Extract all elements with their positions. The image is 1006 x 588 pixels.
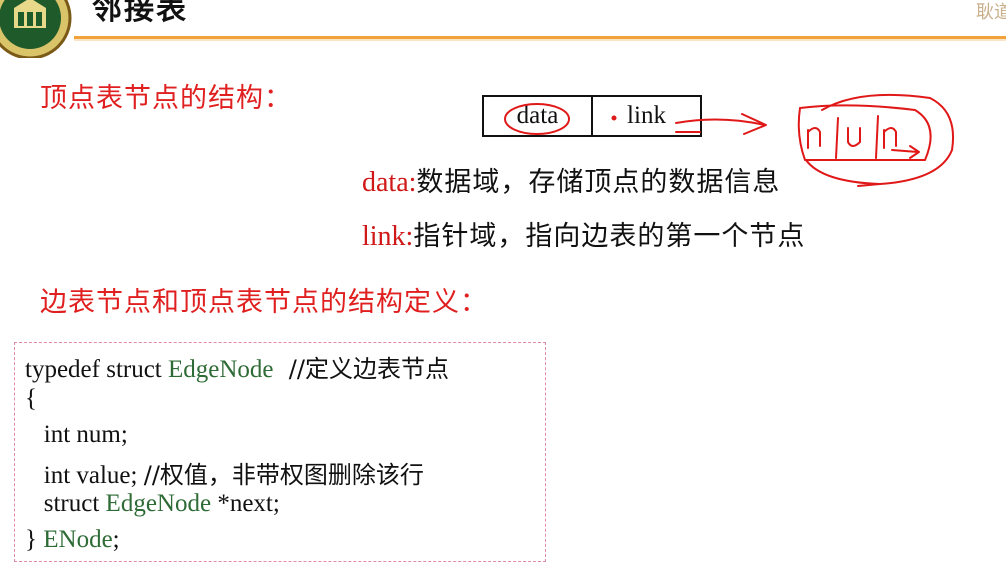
description-text: 数据域，存储顶点的数据信息 — [416, 167, 781, 198]
code-line: typedef struct EdgeNode //定义边表节点 — [25, 355, 449, 383]
code-block: typedef struct EdgeNode //定义边表节点 { int n… — [14, 342, 546, 562]
node-field-data: data — [516, 102, 559, 129]
description-data: data:数据域，存储顶点的数据信息 — [362, 160, 780, 199]
header-divider — [74, 36, 1006, 42]
section-title-vertex-node: 顶点表节点的结构： — [40, 83, 292, 114]
slide-header: 邻接表 耿道 — [0, 0, 1006, 58]
node-field-link: link — [591, 97, 700, 135]
section-title-struct-definition: 边表节点和顶点表节点的结构定义： — [40, 287, 488, 318]
vertex-node-diagram: data link — [482, 95, 702, 137]
university-logo — [0, 0, 72, 58]
code-line: struct EdgeNode *next; — [25, 490, 280, 517]
description-link: link:指针域，指向边表的第一个节点 — [362, 214, 805, 253]
code-line: } ENode; — [25, 526, 120, 553]
page-title: 邻接表 — [92, 0, 188, 27]
corner-text: 耿道 — [976, 2, 1006, 23]
description-text: 指针域，指向边表的第一个节点 — [413, 221, 806, 252]
ink-node-sketch — [797, 104, 932, 161]
description-key: data: — [362, 167, 417, 198]
code-line: int num; — [25, 421, 128, 448]
code-line: int value; //权值，非带权图删除该行 — [25, 461, 424, 489]
description-key: link: — [362, 221, 414, 252]
code-line: { — [25, 385, 37, 412]
